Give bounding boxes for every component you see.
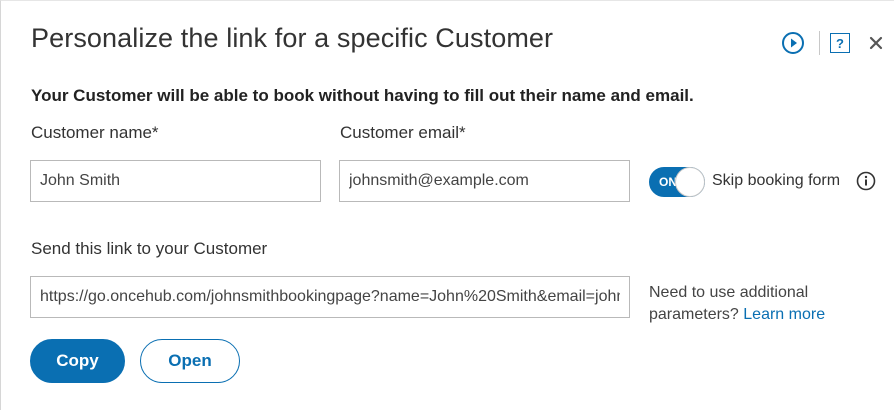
help-square-icon[interactable]: ? (830, 33, 850, 53)
customer-email-input[interactable] (339, 160, 630, 202)
close-icon[interactable] (866, 33, 886, 53)
customer-email-label: Customer email* (340, 123, 466, 142)
send-link-label: Send this link to your Customer (31, 239, 268, 258)
header-divider (819, 31, 820, 55)
info-circle-icon[interactable] (856, 171, 876, 191)
additional-parameters-helper: Need to use additional parameters? Learn… (649, 282, 894, 326)
personalize-link-dialog: Personalize the link for a specific Cust… (0, 0, 894, 410)
open-button[interactable]: Open (140, 339, 240, 383)
dialog-title: Personalize the link for a specific Cust… (31, 23, 554, 53)
booking-link-input[interactable] (30, 276, 630, 318)
customer-name-input[interactable] (30, 160, 321, 202)
header-actions: ? (781, 30, 886, 56)
skip-booking-form-label: Skip booking form (712, 172, 841, 189)
skip-booking-form-toggle[interactable]: ON (649, 167, 705, 197)
toggle-knob (675, 167, 705, 197)
dialog-description: Your Customer will be able to book witho… (31, 86, 694, 105)
customer-name-label: Customer name* (31, 123, 159, 142)
copy-button[interactable]: Copy (30, 339, 125, 383)
learn-more-link[interactable]: Learn more (743, 306, 825, 323)
play-circle-icon[interactable] (781, 31, 805, 55)
